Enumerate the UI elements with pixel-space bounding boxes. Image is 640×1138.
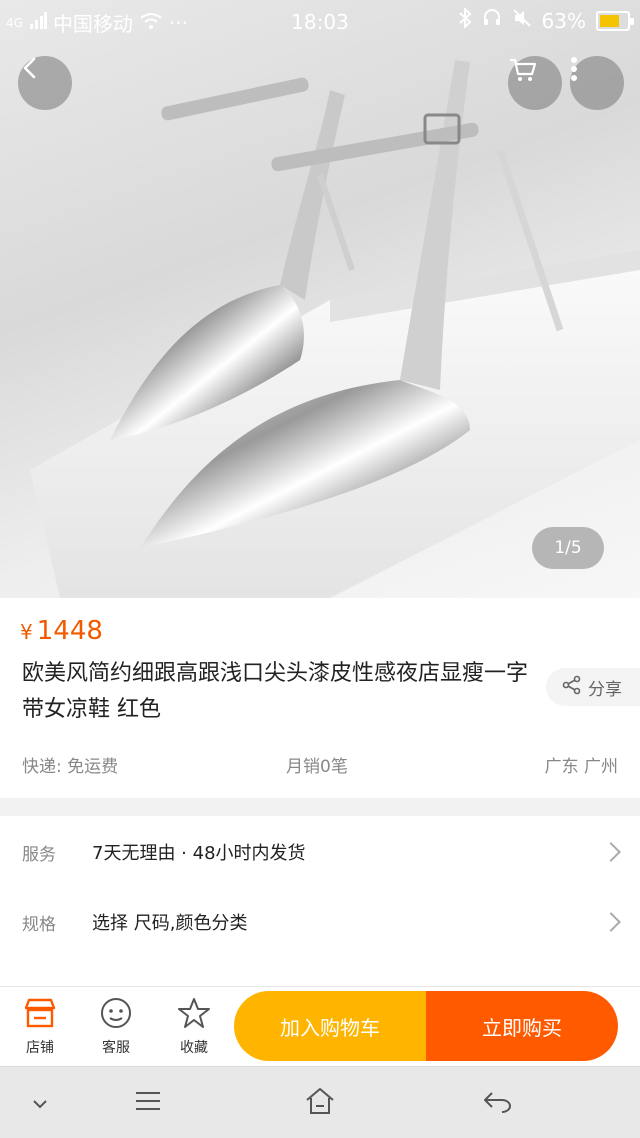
store-label: 店铺 [26,1040,54,1056]
service-key: 服务 [22,844,56,865]
back-nav-button[interactable] [478,1085,518,1121]
spec-value: 选择 尺码,颜色分类 [92,913,248,934]
shipping-info: 快递: 免运费 [22,757,119,777]
mute-icon [512,8,532,33]
chevron-right-icon [601,912,621,932]
store-button[interactable]: 店铺 [10,993,70,1057]
store-icon [10,993,70,1033]
spec-key: 规格 [22,914,56,935]
add-to-cart-label: 加入购物车 [280,1015,380,1040]
favorite-button[interactable]: 收藏 [164,993,224,1057]
share-button[interactable]: 分享 [546,668,640,706]
chevron-right-icon [601,842,621,862]
home-icon [304,1086,336,1120]
battery-percent: 63% [541,8,586,33]
hide-nav-button[interactable] [20,1085,60,1121]
share-icon [562,675,582,700]
buy-now-button[interactable]: 立即购买 [426,991,618,1061]
home-button[interactable] [300,1085,340,1121]
bottom-action-bar: 店铺 客服 收藏 加入购物车 立即购买 [0,986,640,1066]
ship-from-location: 广东 广州 [544,757,618,777]
product-image-gallery[interactable]: 1/5 [0,0,640,598]
more-button[interactable] [570,56,624,110]
image-pager-indicator: 1/5 [532,527,604,569]
status-bar: 4G 中国移动 ··· 18:03 63% [0,0,640,44]
currency-symbol: ¥ [20,620,33,644]
options-card: 服务 7天无理由 · 48小时内发货 规格 选择 尺码,颜色分类 [0,816,640,986]
favorite-label: 收藏 [180,1040,208,1056]
menu-button[interactable] [128,1085,168,1121]
bluetooth-icon [458,6,472,33]
product-info-card: ¥1448 欧美风简约细跟高跟浅口尖头漆皮性感夜店显瘦一字带女凉鞋 红色 分享 … [0,598,640,798]
price-value: 1448 [36,616,103,646]
add-to-cart-button[interactable]: 加入购物车 [234,991,426,1061]
cart-button[interactable] [508,56,562,110]
battery-icon [596,10,634,31]
pager-text: 1/5 [554,538,582,558]
chevron-down-icon [32,1094,48,1113]
customer-service-button[interactable]: 客服 [86,993,146,1057]
service-row[interactable]: 服务 7天无理由 · 48小时内发货 [0,818,640,886]
product-price: ¥1448 [20,616,103,646]
product-title: 欧美风简约细跟高跟浅口尖头漆皮性感夜店显瘦一字带女凉鞋 红色 [22,661,529,722]
back-arrow-icon [482,1089,514,1117]
chat-face-icon [86,993,146,1033]
spec-row[interactable]: 规格 选择 尺码,颜色分类 [0,888,640,956]
service-value: 7天无理由 · 48小时内发货 [92,843,306,864]
system-nav-bar [0,1066,640,1138]
menu-icon [134,1090,162,1116]
service-label: 客服 [102,1040,130,1056]
share-label: 分享 [588,679,622,700]
headset-icon [482,8,502,33]
monthly-sales: 月销0笔 [286,757,348,777]
buy-now-label: 立即购买 [482,1015,562,1040]
back-button[interactable] [18,56,72,110]
star-icon [164,993,224,1033]
